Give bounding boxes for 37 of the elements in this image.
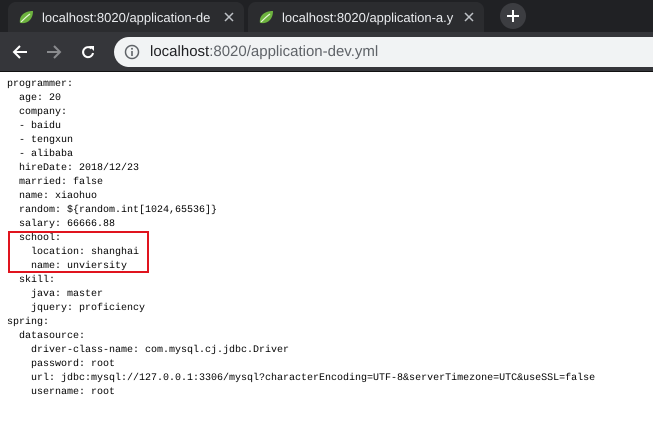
browser-tab[interactable]: localhost:8020/application-a.y xyxy=(248,2,484,32)
code-line: java: master xyxy=(31,288,104,302)
code-line: company: xyxy=(19,106,68,120)
code-line: spring: xyxy=(7,316,50,330)
code-line: age: 20 xyxy=(19,92,62,106)
code-line: datasource: xyxy=(19,330,86,344)
code-line: hireDate: 2018/12/23 xyxy=(19,162,140,176)
close-icon[interactable] xyxy=(464,12,474,22)
plus-icon xyxy=(506,9,520,23)
code-line: name: xiaohuo xyxy=(19,190,98,204)
code-line: programmer: xyxy=(7,78,74,92)
browser-tab[interactable]: localhost:8020/application-de xyxy=(8,2,244,32)
code-line: random: ${random.int[1024,65536]} xyxy=(19,204,218,218)
leaf-icon xyxy=(18,9,34,25)
forward-icon[interactable] xyxy=(46,44,62,60)
code-line: url: jdbc:mysql://127.0.0.1:3306/mysql?characterEncoding=UTF-8&serverTimezone=UTC&useSSL=false xyxy=(31,372,596,386)
reload-icon[interactable] xyxy=(80,44,96,60)
code-line: - tengxun xyxy=(19,134,74,148)
code-line: jquery: proficiency xyxy=(31,302,146,316)
code-line: name: unviersity xyxy=(31,260,128,274)
code-line: - baidu xyxy=(19,120,62,134)
url-text: localhost:8020/application-dev.yml xyxy=(150,43,378,60)
code-line: password: root xyxy=(31,358,116,372)
back-icon[interactable] xyxy=(12,44,28,60)
new-tab-button[interactable] xyxy=(500,3,526,29)
code-line: salary: 66666.88 xyxy=(19,218,116,232)
info-icon[interactable] xyxy=(124,44,140,60)
close-icon[interactable] xyxy=(224,12,234,22)
code-line: school: xyxy=(19,232,62,246)
code-line: username: root xyxy=(31,386,116,400)
code-line: driver-class-name: com.mysql.cj.jdbc.Driver xyxy=(31,344,290,358)
code-line: married: false xyxy=(19,176,104,190)
code-line: - alibaba xyxy=(19,148,74,162)
leaf-icon xyxy=(258,9,274,25)
address-field[interactable]: localhost:8020/application-dev.yml xyxy=(114,36,653,66)
code-line: skill: xyxy=(19,274,56,288)
code-line: location: shanghai xyxy=(31,246,140,260)
